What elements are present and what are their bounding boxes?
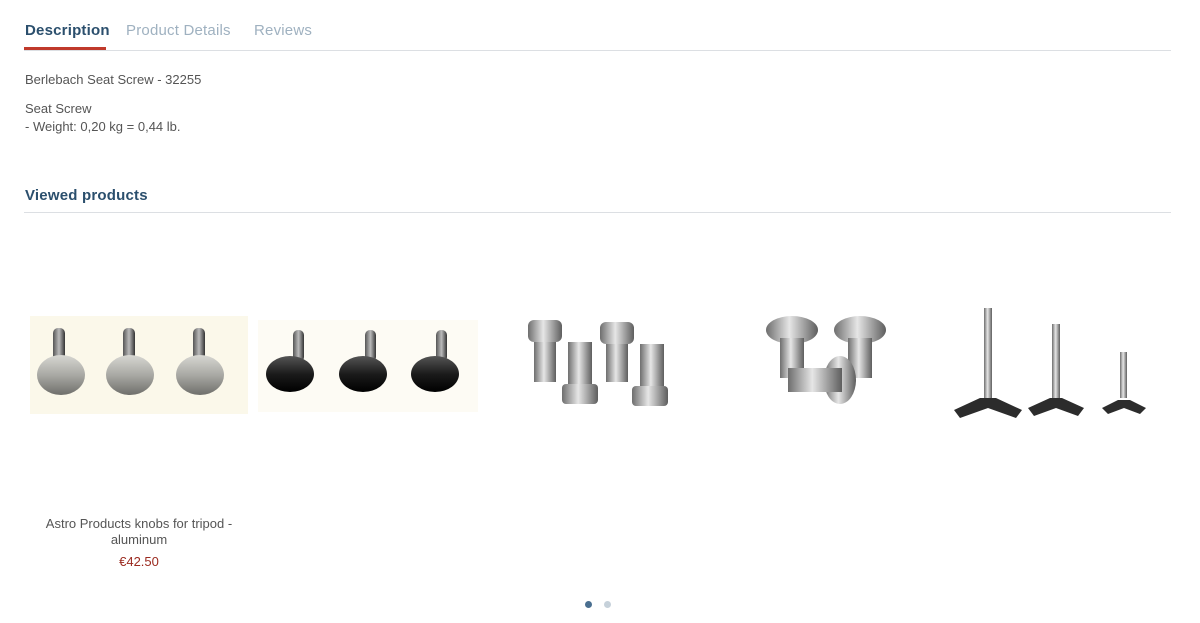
tab-reviews[interactable]: Reviews <box>254 22 312 39</box>
tab-product-details[interactable]: Product Details <box>126 22 231 39</box>
active-tab-indicator <box>24 47 106 50</box>
pagination-dot-1[interactable] <box>585 601 592 608</box>
product-price: €42.50 <box>119 554 159 569</box>
tab-description[interactable]: Description <box>25 22 110 39</box>
product-image-button-screws[interactable] <box>740 290 930 440</box>
product-image-wing-screws[interactable] <box>940 290 1170 440</box>
description-title: Berlebach Seat Screw - 32255 <box>25 72 202 87</box>
description-line: Seat Screw <box>25 101 92 116</box>
description-weight: - Weight: 0,20 kg = 0,44 lb. <box>25 119 181 134</box>
pagination-dot-2[interactable] <box>604 601 611 608</box>
product-tabs: Description Product Details Reviews <box>24 0 1171 51</box>
product-image-knobs[interactable] <box>30 290 480 440</box>
viewed-products-title: Viewed products <box>25 187 148 204</box>
section-divider <box>24 212 1171 213</box>
product-image-hex-screws[interactable] <box>490 290 700 440</box>
product-name[interactable]: Astro Products knobs for tripod - alumin… <box>30 516 248 548</box>
